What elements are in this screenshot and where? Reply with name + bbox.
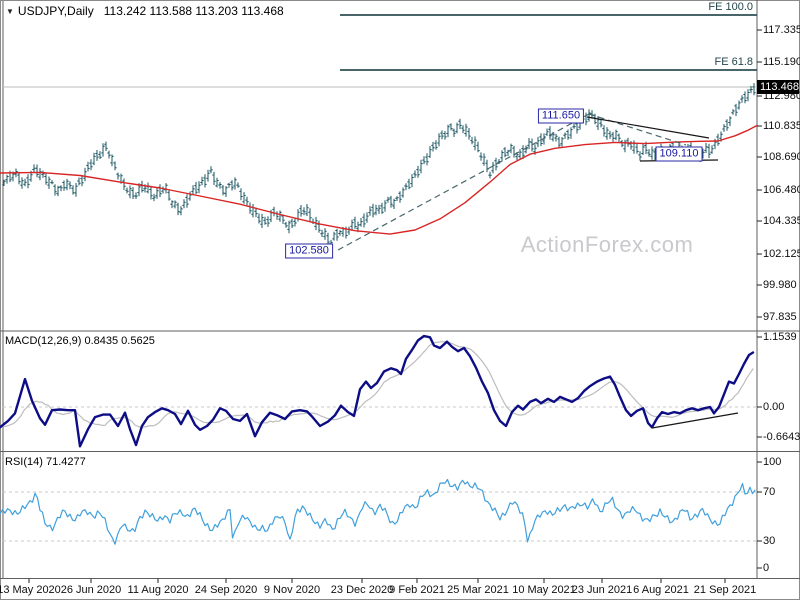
- ohlc-values: 113.242 113.588 113.203 113.468: [104, 4, 284, 18]
- macd-axis-label: 1.1539: [763, 331, 797, 343]
- watermark: ActionForex.com: [521, 232, 694, 258]
- fibonacci-expansion-label[interactable]: FE 100.0: [708, 1, 753, 13]
- price-axis-label: 104.335: [763, 215, 800, 227]
- macd-indicator-label: MACD(12,26,9) 0.8435 0.5625: [5, 335, 155, 347]
- price-axis-label: 108.690: [763, 151, 800, 163]
- price-axis-label: 106.480: [763, 184, 800, 196]
- chevron-down-icon[interactable]: ▼: [6, 7, 14, 16]
- date-axis-label: 23 Jun 2021: [572, 584, 633, 596]
- price-axis-label: 99.980: [763, 279, 797, 291]
- date-axis-label: 23 Dec 2020: [331, 584, 393, 596]
- date-axis-label: 6 Aug 2021: [633, 584, 689, 596]
- fibonacci-expansion-label[interactable]: FE 61.8: [714, 56, 753, 68]
- macd-axis-label: 0.00: [763, 401, 784, 413]
- date-axis-label: 11 Aug 2020: [128, 584, 189, 596]
- chart-canvas[interactable]: [0, 0, 800, 600]
- price-axis-label: 115.190: [763, 56, 800, 68]
- price-axis-label: 110.835: [763, 120, 800, 132]
- date-axis-label: 25 Mar 2021: [447, 584, 509, 596]
- rsi-axis-label: 70: [763, 486, 775, 498]
- rsi-axis-label: 30: [763, 535, 775, 547]
- chart-title: ▼ USDJPY,Daily 113.242 113.588 113.203 113…: [6, 4, 284, 18]
- mt4-chart-window: ▼ USDJPY,Daily 113.242 113.588 113.203 113…: [0, 0, 800, 600]
- price-axis-label: 102.125: [763, 248, 800, 260]
- price-annotation-box[interactable]: 109.110: [656, 147, 703, 162]
- date-axis-label: 26 Jun 2020: [61, 584, 122, 596]
- macd-axis-label: -0.6643: [763, 431, 800, 443]
- rsi-indicator-label: RSI(14) 71.4277: [5, 456, 86, 468]
- rsi-axis-label: 0: [763, 562, 769, 574]
- date-axis-label: 24 Sep 2020: [195, 584, 257, 596]
- date-axis-label: 13 May 2020: [0, 584, 61, 596]
- date-axis-label: 9 Nov 2020: [264, 584, 320, 596]
- date-axis-label: 10 May 2021: [512, 584, 576, 596]
- date-axis-label: 9 Feb 2021: [389, 584, 445, 596]
- price-axis-label: 97.835: [763, 311, 797, 323]
- price-annotation-box[interactable]: 102.580: [285, 244, 333, 259]
- price-annotation-box[interactable]: 111.650: [538, 109, 584, 124]
- date-axis-label: 21 Sep 2021: [694, 584, 756, 596]
- price-axis-label: 117.335: [763, 24, 800, 36]
- symbol-period-label: USDJPY,Daily: [18, 4, 94, 18]
- rsi-axis-label: 100: [763, 456, 781, 468]
- current-price-box: 113.468: [757, 80, 799, 94]
